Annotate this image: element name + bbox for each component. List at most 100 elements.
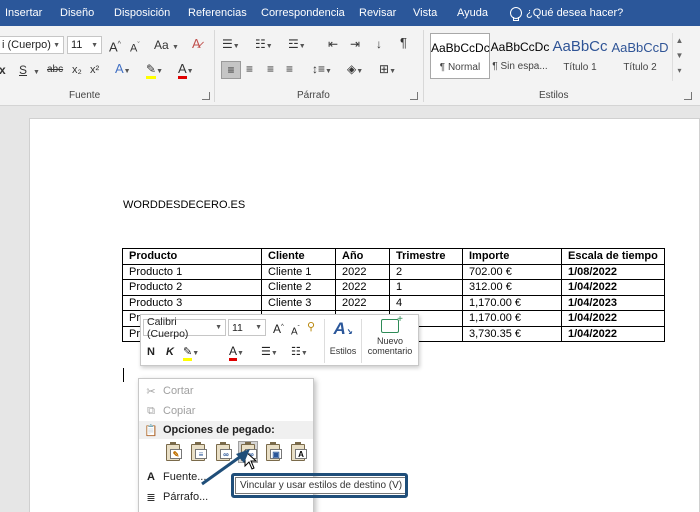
clipboard-icon: ✎ — [166, 442, 182, 461]
numbering-button[interactable]: ☷▼ — [255, 36, 273, 55]
font-color-label: A — [178, 61, 187, 79]
bullets-icon: ☰ — [222, 37, 233, 51]
font-color-button[interactable]: A▼ — [178, 61, 194, 80]
strikethrough-button[interactable]: abc — [47, 62, 63, 78]
styles-gallery-scroll[interactable]: ▲ ▼ ▾ — [672, 33, 686, 81]
align-left-icon[interactable]: ≡ — [221, 61, 241, 79]
context-cut[interactable]: ✂ Cortar — [139, 381, 313, 401]
mini-highlight-button[interactable]: ✎▼ — [183, 345, 199, 361]
style-name: Título 2 — [623, 62, 657, 73]
mini-font-size-value: 11 — [232, 321, 243, 334]
underline-button[interactable]: S — [19, 62, 27, 78]
chevron-down-icon[interactable]: ▼ — [215, 324, 222, 331]
multilevel-list-button[interactable]: ☲▼ — [288, 36, 306, 55]
style-no-spacing[interactable]: AaBbCcDc ¶ Sin espa... — [490, 33, 550, 79]
menu-ayuda[interactable]: Ayuda — [457, 7, 488, 19]
mini-italic-button[interactable]: K — [166, 345, 174, 359]
table-cell: Producto 1 — [122, 263, 262, 280]
paint-bucket-icon: ◈ — [347, 62, 357, 76]
table-header: Trimestre — [389, 248, 463, 265]
menu-referencias[interactable]: Referencias — [188, 7, 247, 19]
paste-picture-button[interactable]: ▣ — [263, 441, 283, 463]
align-center-icon[interactable]: ≡ — [246, 61, 253, 77]
align-right-icon[interactable]: ≡ — [267, 61, 274, 77]
mini-grow-font-icon[interactable]: A^ — [273, 320, 284, 336]
style-normal[interactable]: AaBbCcDc ¶ Normal — [430, 33, 490, 79]
sort-icon[interactable]: ↓ — [376, 36, 382, 52]
font-group-label: Fuente — [69, 90, 101, 101]
table-cell: 1/04/2022 — [561, 279, 665, 296]
styles-group-label: Estilos — [539, 90, 569, 101]
text-cursor — [123, 368, 124, 382]
font-name-value: i (Cuerpo) — [2, 39, 51, 51]
table-header: Año — [335, 248, 390, 265]
mini-font-name-combo[interactable]: Calibri (Cuerpo) ▼ — [143, 316, 226, 340]
menu-insertar[interactable]: Insertar — [5, 7, 42, 19]
borders-button[interactable]: ⊞▼ — [379, 61, 396, 80]
menu-disposicion[interactable]: Disposición — [114, 7, 170, 19]
text-effects-button[interactable]: A▼ — [115, 61, 131, 80]
increase-indent-icon[interactable]: ⇥ — [350, 36, 360, 52]
chevron-up-icon[interactable]: ▲ — [673, 33, 686, 48]
highlight-button[interactable]: ✎▼ — [146, 61, 163, 80]
line-spacing-button[interactable]: ↕≡▼ — [312, 61, 332, 80]
shrink-font-button[interactable]: Aˇ — [130, 38, 140, 57]
menu-correspondencia[interactable]: Correspondencia — [261, 7, 345, 19]
font-dialog-launcher[interactable] — [202, 92, 210, 100]
table-cell: Producto 2 — [122, 279, 262, 296]
mini-bold-button[interactable]: N — [147, 345, 155, 359]
table-cell: 2 — [389, 263, 463, 280]
mini-styles-button[interactable]: A↘ Estilos — [327, 318, 359, 356]
bold-button[interactable]: x — [0, 62, 6, 78]
mini-shrink-font-icon[interactable]: Aˇ — [291, 322, 300, 339]
chevron-down-icon[interactable]: ▼ — [53, 42, 60, 49]
chevron-down-icon[interactable]: ▼ — [33, 62, 40, 81]
paste-options-header: 📋 Opciones de pegado: — [139, 421, 313, 439]
mini-font-size-combo[interactable]: 11 ▼ — [228, 319, 266, 336]
new-comment-button[interactable]: + Nuevo comentario — [363, 314, 417, 356]
more-icon[interactable]: ▾ — [673, 63, 686, 78]
show-marks-button[interactable]: ¶ — [400, 35, 407, 51]
document-title: WORDDESDECERO.ES — [123, 199, 246, 211]
style-sample: AaBbCcDc — [490, 40, 550, 54]
mini-bullets-button[interactable]: ☰▼ — [261, 345, 278, 361]
decrease-indent-icon[interactable]: ⇤ — [328, 36, 338, 52]
format-painter-icon[interactable]: ⚲ — [307, 320, 315, 334]
chevron-down-icon[interactable]: ▼ — [91, 42, 98, 49]
clear-format-icon[interactable]: A̷ — [192, 36, 201, 52]
menu-diseno[interactable]: Diseño — [60, 7, 94, 19]
styles-dialog-launcher[interactable] — [684, 92, 692, 100]
paragraph-icon: ≣ — [146, 491, 156, 504]
bullets-button[interactable]: ☰▼ — [222, 36, 240, 55]
chevron-down-icon[interactable]: ▼ — [673, 48, 686, 63]
table-cell: 1/04/2022 — [561, 310, 665, 327]
subscript-button[interactable]: x₂ — [72, 62, 82, 78]
context-copy[interactable]: ⧉ Copiar — [139, 401, 313, 421]
menu-revisar[interactable]: Revisar — [359, 7, 396, 19]
font-name-combo[interactable]: i (Cuerpo) ▼ — [0, 36, 64, 54]
search-box[interactable]: ¿Qué desea hacer? — [510, 6, 623, 21]
numbering-icon: ☷ — [291, 346, 301, 358]
paste-options-label: Opciones de pegado: — [163, 424, 275, 436]
justify-icon[interactable]: ≡ — [286, 61, 293, 77]
style-heading-2[interactable]: AaBbCcD Título 2 — [610, 33, 670, 79]
change-case-button[interactable]: Aa ▼ — [154, 37, 179, 56]
paragraph-dialog-launcher[interactable] — [410, 92, 418, 100]
table-row: Producto 3 Cliente 3 2022 4 1,170.00 € 1… — [122, 294, 665, 311]
menu-vista[interactable]: Vista — [413, 7, 437, 19]
mini-font-color-button[interactable]: A▼ — [229, 344, 244, 361]
highlighter-icon: ✎ — [146, 62, 157, 79]
paste-text-only-button[interactable]: A — [288, 441, 308, 463]
style-heading-1[interactable]: AaBbCc Título 1 — [550, 33, 610, 79]
superscript-button[interactable]: x² — [90, 62, 99, 78]
table-cell: 1,170.00 € — [462, 310, 562, 327]
context-copy-label: Copiar — [163, 405, 196, 417]
highlighter-icon: ✎ — [183, 346, 193, 361]
chevron-down-icon[interactable]: ▼ — [255, 324, 262, 331]
text-effects-label: A — [115, 61, 124, 76]
mini-numbering-button[interactable]: ☷▼ — [291, 345, 308, 361]
font-size-combo[interactable]: 11 ▼ — [67, 36, 102, 54]
grow-font-button[interactable]: A^ — [109, 37, 121, 55]
paste-keep-source-button[interactable]: ✎ — [163, 441, 183, 463]
shading-button[interactable]: ◈▼ — [347, 61, 363, 80]
